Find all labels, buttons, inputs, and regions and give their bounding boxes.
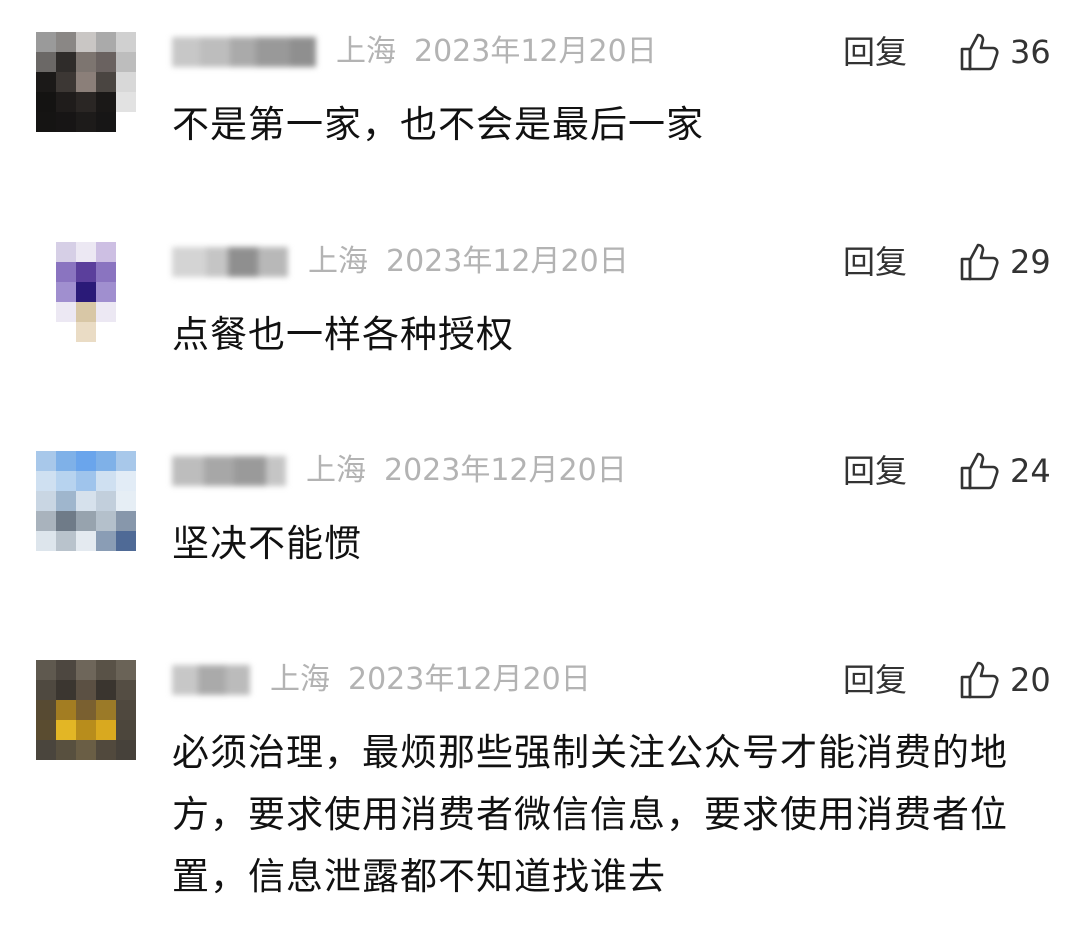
username-redacted[interactable] xyxy=(172,456,286,486)
reply-button[interactable]: 回复 xyxy=(843,660,907,700)
like-button[interactable]: 24 xyxy=(958,449,1051,493)
like-button[interactable]: 29 xyxy=(958,240,1051,284)
thumbs-up-icon xyxy=(960,661,999,699)
reply-button[interactable]: 回复 xyxy=(843,451,907,491)
comment-meta: 上海 2023年12月20日 xyxy=(172,242,629,282)
comment-text: 点餐也一样各种授权 xyxy=(172,313,514,356)
like-button[interactable]: 36 xyxy=(958,30,1051,74)
comment-date: 2023年12月20日 xyxy=(348,662,591,697)
username-redacted[interactable] xyxy=(172,37,316,67)
thumbs-up-icon xyxy=(960,243,999,281)
like-count: 24 xyxy=(1010,452,1051,490)
comment-meta: 上海 2023年12月20日 xyxy=(172,660,591,700)
like-count: 36 xyxy=(1010,33,1051,71)
avatar[interactable] xyxy=(36,242,136,342)
comment-location: 上海 xyxy=(336,34,396,69)
comment-meta: 上海 2023年12月20日 xyxy=(172,32,657,72)
comment-date: 2023年12月20日 xyxy=(414,34,657,69)
comment-location: 上海 xyxy=(306,453,366,488)
reply-button[interactable]: 回复 xyxy=(843,32,907,72)
thumbs-up-icon xyxy=(960,33,999,71)
thumbs-up-icon xyxy=(960,452,999,490)
comment-meta: 上海 2023年12月20日 xyxy=(172,451,627,491)
comment-text: 不是第一家，也不会是最后一家 xyxy=(172,103,704,146)
comment-text: 坚决不能惯 xyxy=(172,522,362,565)
avatar[interactable] xyxy=(36,451,136,551)
like-count: 29 xyxy=(1010,243,1051,281)
comment-location: 上海 xyxy=(308,244,368,279)
avatar[interactable] xyxy=(36,32,136,132)
comment-date: 2023年12月20日 xyxy=(384,453,627,488)
username-redacted[interactable] xyxy=(172,247,288,277)
username-redacted[interactable] xyxy=(172,665,250,695)
comment-date: 2023年12月20日 xyxy=(386,244,629,279)
avatar[interactable] xyxy=(36,660,136,760)
like-button[interactable]: 20 xyxy=(958,658,1051,702)
comment-location: 上海 xyxy=(270,662,330,697)
reply-button[interactable]: 回复 xyxy=(843,242,907,282)
like-count: 20 xyxy=(1010,661,1051,699)
comment-text: 必须治理，最烦那些强制关注公众号才能消费的地方，要求使用消费者微信信息，要求使用… xyxy=(172,731,1008,898)
